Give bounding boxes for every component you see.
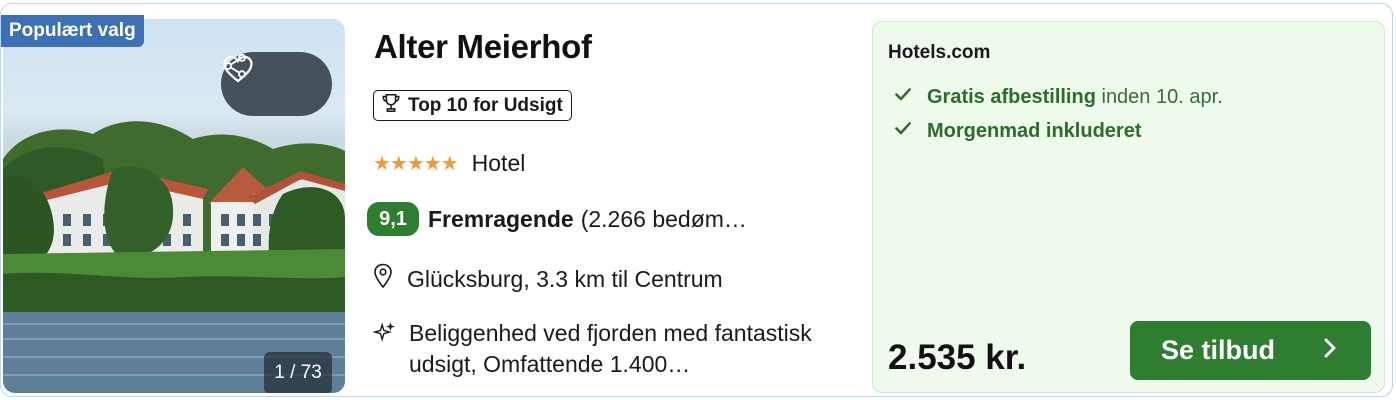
chevron-right-icon bbox=[1323, 335, 1337, 366]
provider-name: Hotels.com bbox=[888, 42, 991, 63]
perk-bold: Gratis afbestilling bbox=[927, 85, 1096, 108]
trophy-icon bbox=[380, 92, 402, 120]
perk-bold: Morgenmad inkluderet bbox=[927, 119, 1142, 142]
hotel-photo[interactable]: 1 / 73 bbox=[3, 19, 345, 393]
check-icon bbox=[893, 84, 913, 110]
rating-score-badge: 9,1 bbox=[367, 202, 419, 236]
see-offer-button[interactable]: Se tilbud bbox=[1130, 321, 1371, 380]
photo-actions-pill bbox=[221, 52, 332, 116]
check-icon bbox=[893, 118, 913, 144]
price: 2.535 kr. bbox=[888, 338, 1027, 377]
property-type: Hotel bbox=[471, 150, 526, 176]
hotel-name[interactable]: Alter Meierhof bbox=[374, 28, 592, 66]
perk-rest: inden 10. apr. bbox=[1095, 85, 1223, 108]
photo-counter: 1 / 73 bbox=[264, 352, 332, 393]
star-rating: ★★★★★ bbox=[373, 153, 459, 175]
perk-free-cancellation: Gratis afbestilling inden 10. apr. bbox=[893, 84, 1223, 110]
offer-panel[interactable]: Hotels.com Gratis afbestilling inden 10.… bbox=[872, 21, 1385, 393]
heart-icon[interactable] bbox=[223, 55, 320, 105]
award-label: Top 10 for Udsigt bbox=[408, 94, 563, 116]
sparkle-icon bbox=[372, 318, 395, 380]
hotel-class-row: ★★★★★ Hotel bbox=[373, 150, 525, 177]
location-pin-icon bbox=[373, 263, 393, 295]
award-badge: Top 10 for Udsigt bbox=[373, 90, 572, 121]
perk-breakfast: Morgenmad inkluderet bbox=[893, 118, 1141, 144]
see-offer-label: Se tilbud bbox=[1161, 335, 1275, 365]
guest-rating-row[interactable]: 9,1 Fremragende (2.266 bedøm… bbox=[367, 202, 747, 236]
review-count: (2.266 bedøm… bbox=[580, 205, 747, 232]
description-text: Beliggenhed ved fjorden med fantastisk u… bbox=[409, 320, 812, 377]
location-text: Glücksburg, 3.3 km til Centrum bbox=[407, 265, 723, 292]
popular-choice-badge: Populært valg bbox=[1, 15, 144, 47]
rating-word: Fremragende bbox=[428, 205, 574, 232]
location-row[interactable]: Glücksburg, 3.3 km til Centrum bbox=[373, 263, 723, 295]
hotel-result-card[interactable]: 1 / 73 Populært valg Alter Meierhof Top … bbox=[0, 3, 1393, 397]
description-row: Beliggenhed ved fjorden med fantastisk u… bbox=[372, 318, 849, 380]
